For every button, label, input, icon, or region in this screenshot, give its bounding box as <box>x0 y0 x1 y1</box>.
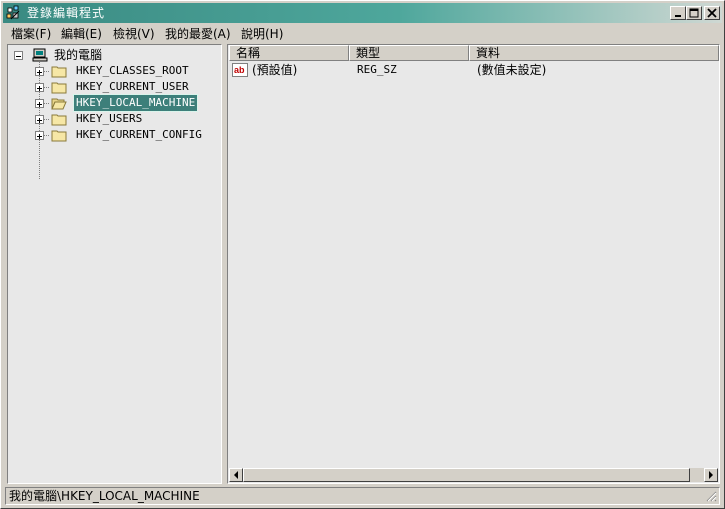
tree-item-hkey-current-config[interactable]: HKEY_CURRENT_CONFIG <box>34 127 219 143</box>
scroll-thumb[interactable] <box>243 468 690 482</box>
close-button[interactable] <box>704 6 720 20</box>
value-data: (數值未設定) <box>477 63 547 77</box>
folder-icon <box>51 127 67 147</box>
menu-help[interactable]: 說明(H) <box>241 27 283 41</box>
window-title: 登錄編輯程式 <box>27 6 106 20</box>
regedit-app-icon[interactable] <box>6 5 22 21</box>
maximize-icon <box>689 8 699 18</box>
menu-view[interactable]: 檢視(V) <box>113 27 155 41</box>
expand-icon[interactable] <box>35 131 44 140</box>
tree-item-label: HKEY_USERS <box>76 112 143 125</box>
title-bar[interactable]: 登錄編輯程式 <box>3 3 722 23</box>
tree-item-label-selected: HKEY_LOCAL_MACHINE <box>72 94 199 112</box>
value-name: (預設值) <box>252 63 298 77</box>
expand-icon[interactable] <box>35 99 44 108</box>
values-pane[interactable]: 名稱 類型 資料 ab (預設值) REG_SZ (數值未設定) <box>227 44 720 484</box>
close-icon <box>707 8 717 18</box>
tree-item-hkey-local-machine[interactable]: HKEY_LOCAL_MACHINE <box>34 94 219 112</box>
tree-item-hkey-classes-root[interactable]: HKEY_CLASSES_ROOT <box>34 63 219 79</box>
expand-icon[interactable] <box>35 83 44 92</box>
string-value-icon: ab <box>232 62 248 82</box>
column-header-name[interactable]: 名稱 <box>229 45 349 61</box>
tree-item-label: HKEY_CURRENT_USER <box>76 80 189 93</box>
svg-text:ab: ab <box>234 65 245 75</box>
minimize-icon <box>675 15 681 17</box>
tree-item-label: HKEY_CLASSES_ROOT <box>76 64 189 77</box>
column-header-type[interactable]: 類型 <box>349 45 469 61</box>
scroll-right-button[interactable] <box>704 468 718 482</box>
menu-file[interactable]: 檔案(F) <box>11 27 51 41</box>
tree-item-hkey-current-user[interactable]: HKEY_CURRENT_USER <box>34 79 219 95</box>
registry-editor-window: 登錄編輯程式 檔案(F) 編輯(E) 檢視(V) 我的最愛(A) 說明(H) 我… <box>0 0 725 509</box>
expand-icon[interactable] <box>35 67 44 76</box>
tree-root-label: 我的電腦 <box>54 48 103 62</box>
status-bar: 我的電腦\HKEY_LOCAL_MACHINE <box>5 487 720 505</box>
maximize-button[interactable] <box>686 6 702 20</box>
tree-item-hkey-users[interactable]: HKEY_USERS <box>34 111 219 127</box>
collapse-icon[interactable] <box>14 51 23 60</box>
resize-grip-icon[interactable] <box>705 490 717 502</box>
menu-edit[interactable]: 編輯(E) <box>61 27 102 41</box>
tree-pane[interactable]: 我的電腦 HKEY_CLASSES_ROOT HKEY_CURRENT_USER <box>7 44 222 484</box>
horizontal-scrollbar[interactable] <box>229 468 718 482</box>
value-type: REG_SZ <box>357 63 397 76</box>
menu-bar: 檔案(F) 編輯(E) 檢視(V) 我的最愛(A) 說明(H) <box>3 24 722 43</box>
tree-item-my-computer[interactable]: 我的電腦 <box>14 47 214 63</box>
expand-icon[interactable] <box>35 115 44 124</box>
arrow-right-icon <box>709 471 713 479</box>
arrow-left-icon <box>234 471 238 479</box>
value-row[interactable]: ab (預設值) REG_SZ (數值未設定) <box>232 62 712 78</box>
minimize-button[interactable] <box>670 6 686 20</box>
menu-favorites[interactable]: 我的最愛(A) <box>165 27 231 41</box>
status-path: 我的電腦\HKEY_LOCAL_MACHINE <box>9 489 200 503</box>
tree-item-label: HKEY_CURRENT_CONFIG <box>76 128 202 141</box>
column-header-data[interactable]: 資料 <box>469 45 719 61</box>
scroll-left-button[interactable] <box>229 468 243 482</box>
